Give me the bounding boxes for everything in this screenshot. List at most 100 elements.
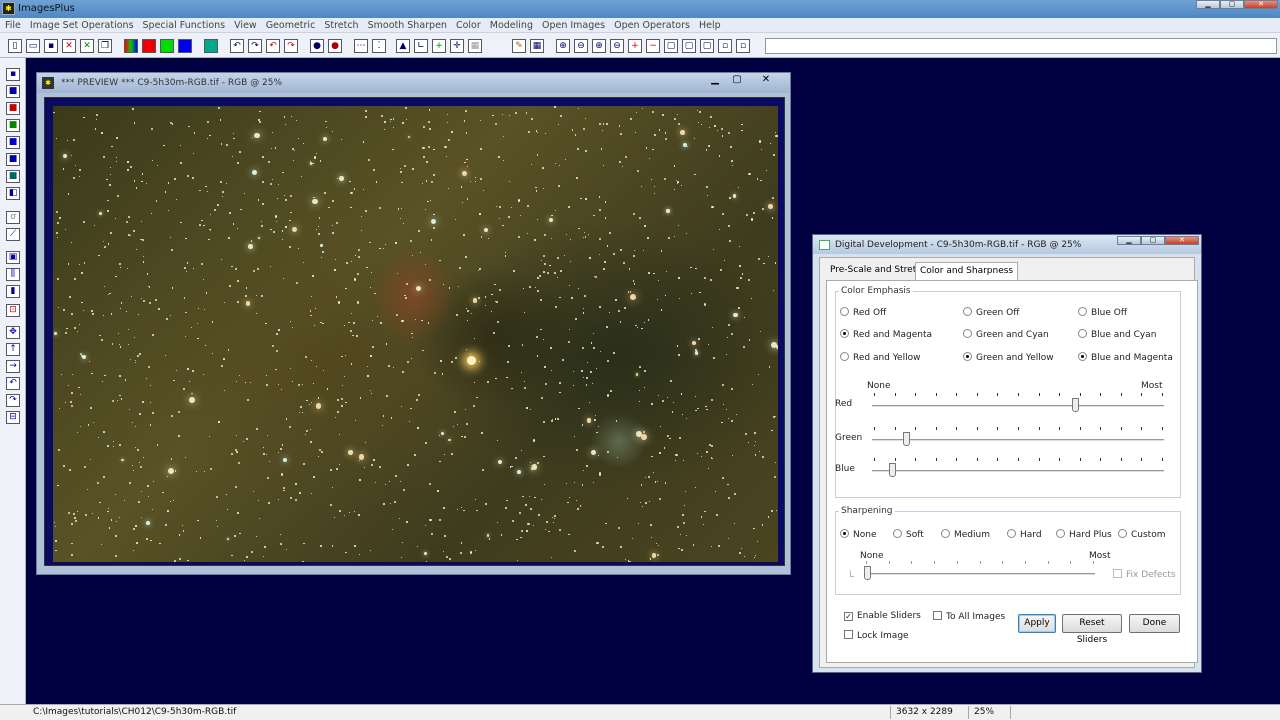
menu-color[interactable]: Color: [451, 18, 485, 31]
slider-red[interactable]: [872, 405, 1164, 408]
blue-channel-icon[interactable]: [178, 39, 192, 53]
radio-blue-and-cyan[interactable]: Blue and Cyan: [1078, 329, 1156, 340]
radio-medium[interactable]: Medium: [941, 529, 990, 540]
radio-dot[interactable]: [840, 329, 849, 338]
new-file-icon[interactable]: ▯: [8, 39, 22, 53]
toolbar-field[interactable]: [765, 38, 1277, 54]
apply-button[interactable]: Apply: [1018, 614, 1056, 633]
radio-dot[interactable]: [1056, 529, 1065, 538]
black-tool-icon[interactable]: ■: [6, 85, 20, 98]
rotate-right-tool-icon[interactable]: ↷: [6, 394, 20, 407]
frame-4-icon[interactable]: ▫: [718, 39, 732, 53]
crop-tool-icon[interactable]: ⊡: [6, 304, 20, 317]
menu-modeling[interactable]: Modeling: [485, 18, 537, 31]
preview-close-icon[interactable]: ✕: [755, 74, 777, 87]
menu-geometric[interactable]: Geometric: [261, 18, 320, 31]
record-icon[interactable]: ●: [310, 39, 324, 53]
rgb-channels-icon[interactable]: [124, 39, 138, 53]
sharpen-slider[interactable]: [864, 573, 1095, 576]
flip-tool-icon[interactable]: ⊟: [6, 411, 20, 424]
zoom-in-icon[interactable]: ⊕: [556, 39, 570, 53]
slider-thumb[interactable]: [864, 566, 871, 580]
black-blue-tool-icon[interactable]: ■: [6, 153, 20, 166]
frame-3-icon[interactable]: ▢: [700, 39, 714, 53]
crosshair-icon[interactable]: ✛: [450, 39, 464, 53]
arrow-right-tool-icon[interactable]: →: [6, 360, 20, 373]
preview-titlebar[interactable]: ✱ *** PREVIEW *** C9-5h30m-RGB.tif - RGB…: [37, 73, 790, 93]
close-image-icon[interactable]: ✕: [62, 39, 76, 53]
radio-dot[interactable]: [1118, 529, 1127, 538]
lasso-tool-icon[interactable]: ơ: [6, 211, 20, 224]
tab-color-and-sharpness[interactable]: Color and Sharpness: [915, 262, 1019, 280]
dialog-minimize-icon[interactable]: ▁: [1117, 236, 1141, 245]
dialog-maximize-icon[interactable]: ▢: [1141, 236, 1165, 245]
frame-2-icon[interactable]: ▢: [682, 39, 696, 53]
radio-dot[interactable]: [941, 529, 950, 538]
open-folder-icon[interactable]: ▭: [26, 39, 40, 53]
selection-tool-icon[interactable]: ▣: [6, 251, 20, 264]
menu-stretch[interactable]: Stretch: [319, 18, 362, 31]
line-tool-icon[interactable]: ⟋: [6, 228, 20, 241]
zoom-actual-icon[interactable]: ⊖: [610, 39, 624, 53]
red-channel-icon[interactable]: [142, 39, 156, 53]
pencil-icon[interactable]: ✎: [512, 39, 526, 53]
save-icon[interactable]: ▪: [44, 39, 58, 53]
histogram-icon[interactable]: ▲: [396, 39, 410, 53]
close-button[interactable]: ✕: [1244, 0, 1278, 9]
radio-red-and-yellow[interactable]: Red and Yellow: [840, 352, 920, 363]
bars-tool-icon[interactable]: ⫼: [6, 268, 20, 281]
dialog-close-icon[interactable]: ✕: [1165, 236, 1199, 245]
radio-custom[interactable]: Custom: [1118, 529, 1165, 540]
grid-icon[interactable]: ▦: [530, 39, 544, 53]
radio-hard[interactable]: Hard: [1007, 529, 1042, 540]
menu-open-operators[interactable]: Open Operators: [609, 18, 694, 31]
fix-defects-checkbox[interactable]: Fix Defects: [1113, 569, 1176, 580]
arrow-up-tool-icon[interactable]: ↑: [6, 343, 20, 356]
radio-green-and-yellow[interactable]: Green and Yellow: [963, 352, 1054, 363]
radio-dot[interactable]: [1078, 329, 1087, 338]
radio-dot[interactable]: [893, 529, 902, 538]
menu-file[interactable]: File: [0, 18, 25, 31]
move-tool-icon[interactable]: ✥: [6, 326, 20, 339]
radio-dot[interactable]: [963, 329, 972, 338]
to-all-images-checkbox[interactable]: To All Images: [933, 611, 1005, 622]
frame-icon[interactable]: ▢: [664, 39, 678, 53]
radio-hard-plus[interactable]: Hard Plus: [1056, 529, 1112, 540]
radio-dot[interactable]: [1007, 529, 1016, 538]
slider-thumb[interactable]: [903, 432, 911, 446]
save-tool-icon[interactable]: ▪: [6, 68, 20, 81]
copy-icon[interactable]: ❐: [98, 39, 112, 53]
minimize-button[interactable]: ▁: [1196, 0, 1220, 9]
radio-green-and-cyan[interactable]: Green and Cyan: [963, 329, 1049, 340]
plus-box-icon[interactable]: +: [628, 39, 642, 53]
radio-green-off[interactable]: Green Off: [963, 307, 1019, 318]
menu-image-set-operations[interactable]: Image Set Operations: [25, 18, 138, 31]
reset-sliders-button[interactable]: Reset Sliders: [1062, 614, 1122, 645]
menu-special-functions[interactable]: Special Functions: [138, 18, 230, 31]
radio-dot[interactable]: [963, 307, 972, 316]
radio-soft[interactable]: Soft: [893, 529, 924, 540]
bar-tool-icon[interactable]: ▮: [6, 285, 20, 298]
curve-icon[interactable]: ∟: [414, 39, 428, 53]
zoom-fit-icon[interactable]: ⊕: [592, 39, 606, 53]
preview-minimize-icon[interactable]: ▁: [704, 74, 726, 87]
radio-dot[interactable]: [1078, 307, 1087, 316]
points-icon[interactable]: ⁚: [372, 39, 386, 53]
radio-blue-and-magenta[interactable]: Blue and Magenta: [1078, 352, 1173, 363]
redo-icon[interactable]: ↷: [248, 39, 262, 53]
radio-red-and-magenta[interactable]: Red and Magenta: [840, 329, 932, 340]
radio-dot[interactable]: [840, 352, 849, 361]
redo-all-icon[interactable]: ↷: [284, 39, 298, 53]
dialog-titlebar[interactable]: Digital Development - C9-5h30m-RGB.tif -…: [813, 235, 1201, 254]
radio-dot[interactable]: [963, 352, 972, 361]
undo-all-icon[interactable]: ↶: [266, 39, 280, 53]
grid-disabled-icon[interactable]: ▦: [468, 39, 482, 53]
slider-thumb[interactable]: [889, 463, 897, 477]
menu-help[interactable]: Help: [694, 18, 725, 31]
radio-dot[interactable]: [1078, 352, 1087, 361]
add-icon[interactable]: +: [432, 39, 446, 53]
green-tool-icon[interactable]: ■: [6, 119, 20, 132]
luminance-icon[interactable]: [204, 39, 218, 53]
red-tool-icon[interactable]: ■: [6, 102, 20, 115]
slider-green[interactable]: [872, 439, 1164, 442]
